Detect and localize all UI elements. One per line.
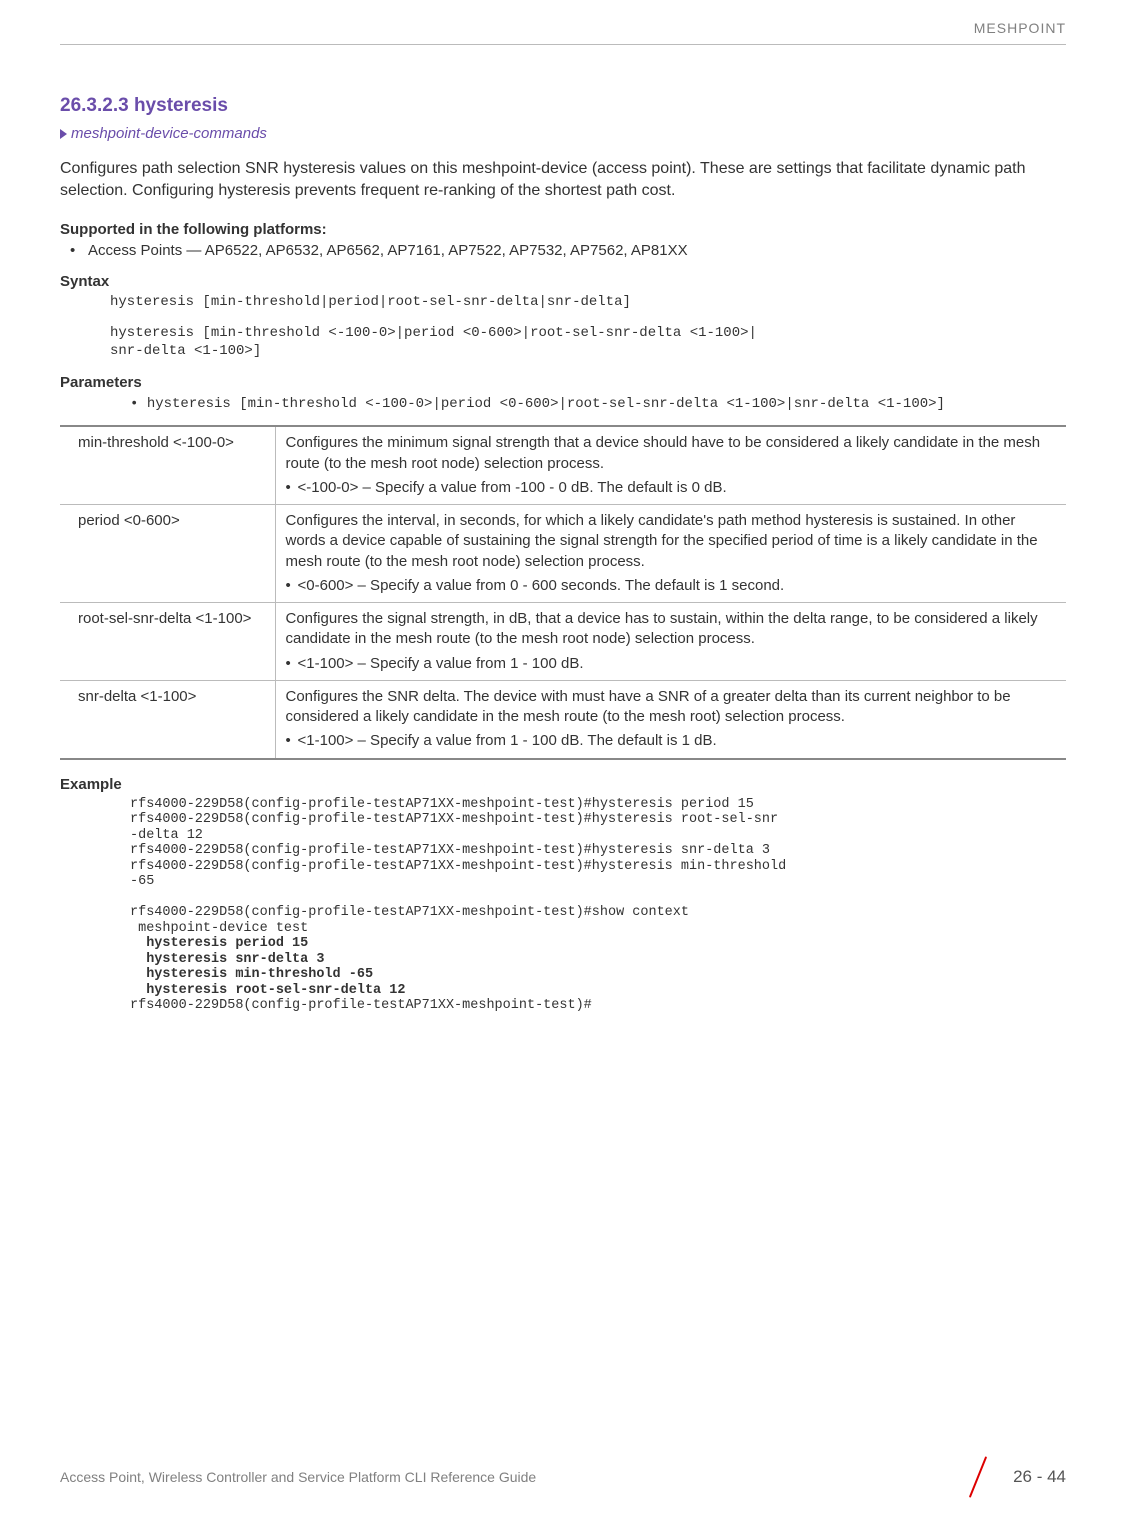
example-bold-1: hysteresis period 15 xyxy=(130,936,308,951)
table-row: period <0-600> Configures the interval, … xyxy=(60,505,1066,603)
param-desc-text: Configures the SNR delta. The device wit… xyxy=(286,688,1011,725)
syntax-heading: Syntax xyxy=(60,273,1066,290)
param-bullet: <1-100> – Specify a value from 1 - 100 d… xyxy=(286,654,1057,674)
param-name: min-threshold <-100-0> xyxy=(60,426,275,504)
parameters-table: min-threshold <-100-0> Configures the mi… xyxy=(60,425,1066,759)
example-bold-3: hysteresis min-threshold -65 xyxy=(130,967,373,982)
param-bullet: <-100-0> – Specify a value from -100 - 0… xyxy=(286,478,1057,498)
header-divider xyxy=(60,44,1066,45)
example-code: rfs4000-229D58(config-profile-testAP71XX… xyxy=(130,797,1066,1014)
param-desc: Configures the minimum signal strength t… xyxy=(275,426,1066,504)
param-name: period <0-600> xyxy=(60,505,275,603)
example-last: rfs4000-229D58(config-profile-testAP71XX… xyxy=(130,998,592,1013)
intro-paragraph: Configures path selection SNR hysteresis… xyxy=(60,158,1066,203)
footer-text: Access Point, Wireless Controller and Se… xyxy=(60,1469,536,1485)
example-part1: rfs4000-229D58(config-profile-testAP71XX… xyxy=(130,797,794,936)
param-desc: Configures the interval, in seconds, for… xyxy=(275,505,1066,603)
example-bold-2: hysteresis snr-delta 3 xyxy=(130,952,324,967)
parameters-code-text: hysteresis [min-threshold <-100-0>|perio… xyxy=(147,396,945,412)
param-bullet: <1-100> – Specify a value from 1 - 100 d… xyxy=(286,731,1057,751)
table-row: root-sel-snr-delta <1-100> Configures th… xyxy=(60,603,1066,681)
param-desc-text: Configures the interval, in seconds, for… xyxy=(286,512,1038,570)
param-desc-text: Configures the minimum signal strength t… xyxy=(286,434,1041,471)
example-bold-4: hysteresis root-sel-snr-delta 12 xyxy=(130,983,405,998)
param-desc: Configures the signal strength, in dB, t… xyxy=(275,603,1066,681)
parameters-heading: Parameters xyxy=(60,374,1066,391)
footer-right: 26 - 44 xyxy=(957,1456,1066,1498)
nav-arrow-icon xyxy=(60,129,67,139)
syntax-code-2: hysteresis [min-threshold <-100-0>|perio… xyxy=(110,325,1066,360)
example-heading: Example xyxy=(60,776,1066,793)
param-name: root-sel-snr-delta <1-100> xyxy=(60,603,275,681)
slash-icon xyxy=(957,1456,999,1498)
breadcrumb-link[interactable]: meshpoint-device-commands xyxy=(60,125,1066,142)
table-row: min-threshold <-100-0> Configures the mi… xyxy=(60,426,1066,504)
param-desc: Configures the SNR delta. The device wit… xyxy=(275,680,1066,758)
table-row: snr-delta <1-100> Configures the SNR del… xyxy=(60,680,1066,758)
param-desc-text: Configures the signal strength, in dB, t… xyxy=(286,610,1038,647)
footer: Access Point, Wireless Controller and Se… xyxy=(0,1456,1126,1498)
section-title: 26.3.2.3 hysteresis xyxy=(60,95,1066,117)
parameters-code: hysteresis [min-threshold <-100-0>|perio… xyxy=(130,395,1066,413)
header-label: MESHPOINT xyxy=(60,20,1066,44)
supported-platforms: Access Points — AP6522, AP6532, AP6562, … xyxy=(88,242,1066,259)
param-bullet: <0-600> – Specify a value from 0 - 600 s… xyxy=(286,576,1057,596)
supported-heading: Supported in the following platforms: xyxy=(60,221,1066,238)
breadcrumb-text: meshpoint-device-commands xyxy=(71,125,267,142)
syntax-code-1: hysteresis [min-threshold|period|root-se… xyxy=(110,294,1066,312)
page-number: 26 - 44 xyxy=(1013,1467,1066,1487)
param-name: snr-delta <1-100> xyxy=(60,680,275,758)
